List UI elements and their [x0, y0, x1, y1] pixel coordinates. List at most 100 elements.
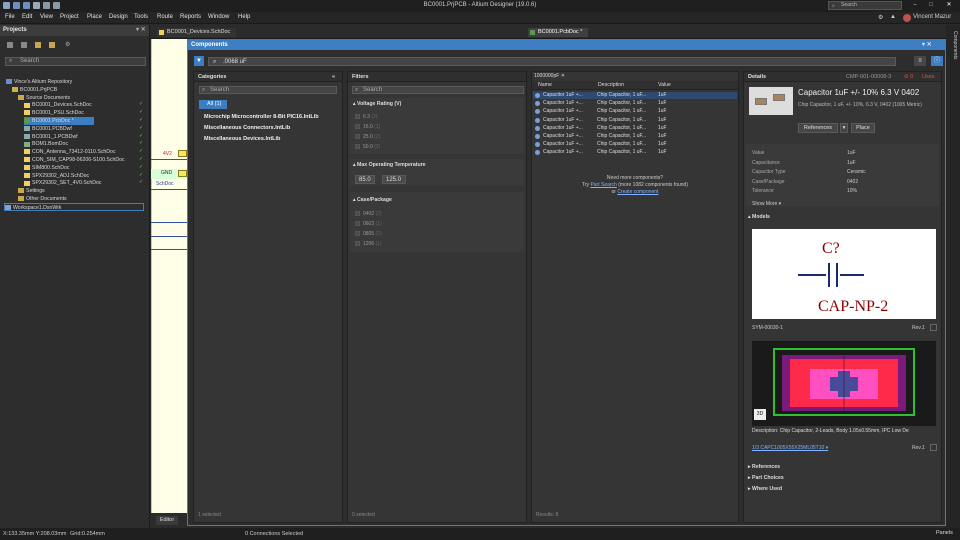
panel-controls-icon[interactable]: ▾ ✕ — [922, 40, 932, 50]
case-option[interactable]: 0603 (1) — [355, 221, 382, 227]
settings-gear-icon[interactable]: ⚙ — [878, 14, 883, 21]
filters-search-input[interactable]: ⌕ Search — [352, 86, 524, 94]
menu-project[interactable]: Project — [60, 14, 79, 20]
tree-item[interactable]: SIM800.SchDoc — [24, 164, 69, 172]
menu-help[interactable]: Help — [238, 14, 250, 20]
menu-design[interactable]: Design — [109, 14, 128, 20]
voltage-option[interactable]: 50.0 (3) — [355, 144, 380, 150]
details-toggle-icon[interactable]: ⓘ — [931, 56, 943, 66]
voltage-option[interactable]: 25.0 (2) — [355, 134, 380, 140]
table-row[interactable]: Capacitor 1uF +... Chip Capacitor, 1 uF..… — [533, 108, 737, 115]
panel-pin-icon[interactable]: ▾ ✕ — [136, 25, 146, 36]
uses-badge-icon[interactable]: ⊘ 0 — [904, 72, 913, 82]
notifications-icon[interactable]: ▲ — [890, 14, 896, 20]
components-side-tab[interactable]: Components — [949, 31, 958, 67]
table-row[interactable]: Capacitor 1uF +... Chip Capacitor, 1 uF..… — [533, 92, 737, 99]
footprint-checkbox[interactable] — [930, 444, 937, 451]
part-search-link[interactable]: Part Search — [590, 182, 616, 188]
maximize-button[interactable]: □ — [924, 1, 938, 10]
global-search-input[interactable]: ⌕ Search — [828, 1, 902, 10]
tree-item[interactable]: Other Documents — [18, 195, 67, 203]
remove-tag-icon[interactable]: ✕ — [561, 73, 565, 79]
references-button[interactable]: References — [798, 123, 838, 133]
tree-item[interactable]: BC0001_PSU.SchDoc — [24, 109, 84, 117]
search-tag[interactable]: 1000000pF ✕ — [534, 73, 565, 79]
table-row[interactable]: Capacitor 1uF +... Chip Capacitor, 1 uF..… — [533, 125, 737, 132]
category-all[interactable]: All (1) — [199, 100, 227, 109]
tree-item[interactable]: Settings — [18, 187, 45, 195]
gear-icon[interactable]: ⚙ — [65, 41, 70, 48]
filter-toggle-icon[interactable]: ▼ — [194, 56, 204, 66]
create-component-link[interactable]: Create component — [617, 189, 658, 195]
tree-item[interactable]: BC0001.PcbDoc * — [24, 117, 94, 125]
schematic-canvas[interactable]: 4V2 GND SchDoc — [151, 39, 187, 513]
models-section[interactable]: ▴ Models — [748, 214, 770, 220]
tab-pcbdoc[interactable]: BC0001.PcbDoc * — [528, 28, 589, 37]
save-project-icon[interactable] — [21, 42, 27, 48]
table-row[interactable]: Capacitor 1uF +... Chip Capacitor, 1 uF..… — [533, 117, 737, 124]
symbol-preview[interactable]: C? CAP-NP-2 — [752, 229, 936, 319]
col-name-header[interactable]: Name — [538, 81, 552, 90]
references-section[interactable]: ▸ References — [748, 464, 780, 470]
user-name[interactable]: Vincent Mazur — [913, 14, 951, 20]
col-value-header[interactable]: Value — [658, 81, 671, 90]
categories-search-input[interactable]: ⌕ Search — [199, 86, 337, 94]
panels-button[interactable]: Panels — [936, 530, 953, 536]
case-option[interactable]: 0402 (2) — [355, 211, 382, 217]
menu-reports[interactable]: Reports — [180, 14, 201, 20]
menu-view[interactable]: View — [40, 14, 53, 20]
tree-item[interactable]: SPX29302_SET_4V0.SchDoc — [24, 179, 102, 187]
menu-place[interactable]: Place — [87, 14, 102, 20]
voltage-rating-section[interactable]: ▴ Voltage Rating (V) — [353, 101, 401, 107]
footprint-preview[interactable]: 3D — [752, 341, 936, 426]
tab-editor[interactable]: Editor — [156, 516, 178, 525]
menu-route[interactable]: Route — [157, 14, 173, 20]
temp-min-input[interactable]: 85.0 — [355, 175, 375, 184]
voltage-option[interactable]: 6.3 (2) — [355, 114, 377, 120]
tree-item[interactable]: BC0001.PrjPCB — [12, 86, 57, 94]
menu-edit[interactable]: Edit — [22, 14, 32, 20]
case-option[interactable]: 1206 (1) — [355, 241, 382, 247]
category-item[interactable]: Miscellaneous Devices.IntLib — [204, 136, 280, 142]
tree-item[interactable]: Workspace1.DsnWrk — [4, 202, 144, 211]
tree-item[interactable]: CON_SIM_CAP98-06206-S100.SchDoc — [24, 156, 125, 164]
collapse-icon[interactable]: « — [332, 72, 335, 82]
case-option[interactable]: 0805 (2) — [355, 231, 382, 237]
temp-max-input[interactable]: 125.0 — [382, 175, 406, 184]
menu-window[interactable]: Window — [208, 14, 229, 20]
port-4v2[interactable] — [178, 150, 187, 157]
tree-item[interactable]: BC0001_Devices.SchDoc — [24, 101, 92, 109]
port-gnd[interactable] — [178, 170, 187, 177]
tree-item[interactable]: CON_Antenna_73412-0110.SchDoc — [24, 148, 116, 156]
3d-toggle-button[interactable]: 3D — [754, 409, 766, 420]
tree-item[interactable]: BC0001_1.PCBDwf — [24, 133, 78, 141]
tree-item[interactable]: BOM1.BomDoc — [24, 140, 68, 148]
projects-search-input[interactable]: ⌕ Search — [5, 57, 146, 66]
project-options-icon[interactable] — [7, 42, 13, 48]
table-row[interactable]: Capacitor 1uF +... Chip Capacitor, 1 uF..… — [533, 100, 737, 107]
footprint-selector[interactable]: 1/3 CAPC1005X55X25ML05T10 ▾ — [752, 445, 828, 451]
menu-icon[interactable]: ≡ — [914, 56, 926, 66]
uses-label[interactable]: Uses — [922, 72, 935, 82]
category-item[interactable]: Miscellaneous Connectors.IntLib — [204, 125, 290, 131]
tree-item[interactable]: SPX29302_ADJ.SchDoc — [24, 172, 89, 180]
component-search-input[interactable]: ⌕ .0068 uF — [208, 57, 896, 66]
open-folder-icon[interactable] — [35, 42, 41, 48]
max-temp-section[interactable]: ▴ Max Operating Temperature — [353, 162, 426, 168]
part-choices-section[interactable]: ▸ Part Choices — [748, 475, 784, 481]
voltage-option[interactable]: 16.0 (1) — [355, 124, 380, 130]
tree-item[interactable]: Vince's Altium Repository — [6, 78, 72, 86]
tab-devices-schdoc[interactable]: BC0001_Devices.SchDoc — [157, 28, 237, 37]
menu-file[interactable]: File — [5, 14, 15, 20]
minimize-button[interactable]: – — [908, 1, 922, 10]
menu-tools[interactable]: Tools — [134, 14, 148, 20]
col-description-header[interactable]: Description — [598, 81, 624, 90]
tree-item[interactable]: BC0001.PCBDwf — [24, 125, 72, 133]
category-item[interactable]: Microchip Microcontroller 8-Bit PIC16.In… — [204, 114, 319, 120]
close-button[interactable]: ✕ — [942, 1, 956, 10]
place-button[interactable]: Place — [851, 123, 875, 133]
tree-item[interactable]: Source Documents — [18, 94, 70, 102]
where-used-section[interactable]: ▸ Where Used — [748, 486, 782, 492]
show-more-link[interactable]: Show More ▾ — [752, 201, 781, 207]
table-row[interactable]: Capacitor 1uF +... Chip Capacitor, 1 uF..… — [533, 141, 737, 148]
